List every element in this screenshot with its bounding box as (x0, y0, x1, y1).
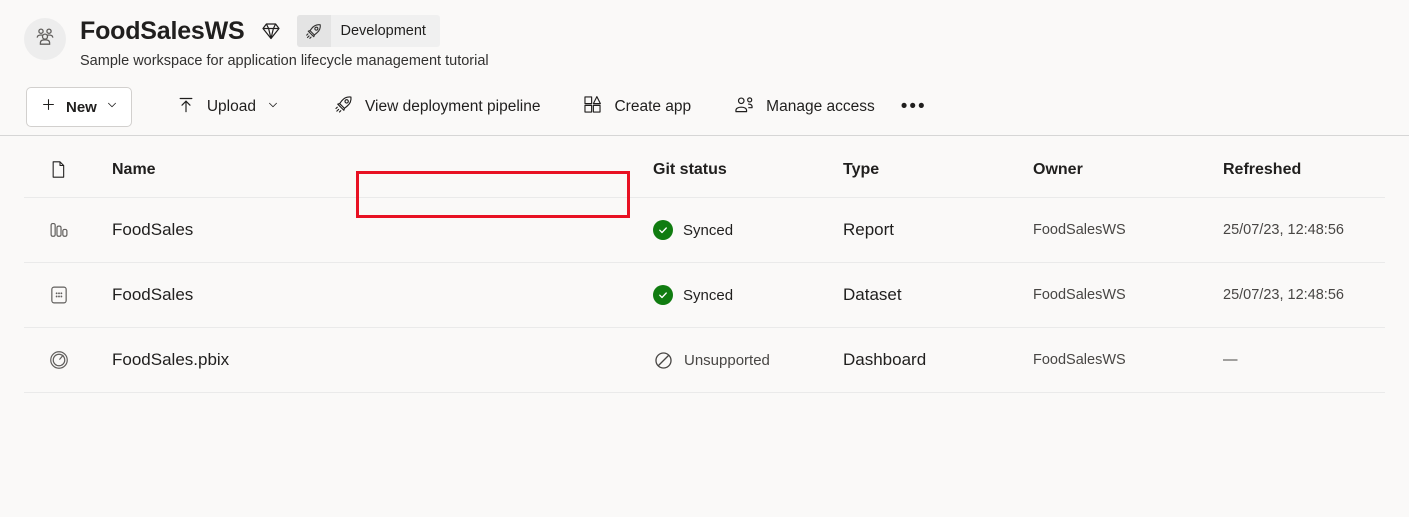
content-list: Name Git status Type Owner Refreshed Foo… (0, 136, 1409, 393)
workspace-header: FoodSalesWS (0, 0, 1409, 69)
unsupported-blocked-icon (653, 350, 674, 371)
row-type: Dataset (843, 285, 1033, 305)
row-name[interactable]: FoodSales.pbix (112, 350, 653, 370)
page-title: FoodSalesWS (80, 17, 245, 46)
column-header-git-status[interactable]: Git status (653, 161, 843, 179)
view-deployment-pipeline-label: View deployment pipeline (365, 98, 541, 116)
row-owner: FoodSalesWS (1033, 352, 1223, 368)
chevron-down-icon[interactable] (267, 98, 279, 116)
plus-icon (40, 96, 57, 118)
row-refreshed: 25/07/23, 12:48:56 (1223, 287, 1409, 303)
synced-check-icon (653, 285, 673, 305)
diamond-icon (259, 19, 283, 43)
people-icon (733, 94, 755, 121)
app-grid-icon (582, 94, 603, 120)
row-git-status: Unsupported (653, 350, 843, 371)
workspace-title-row: FoodSalesWS (80, 14, 489, 48)
column-header-owner[interactable]: Owner (1033, 161, 1223, 179)
toolbar: New Upload (0, 79, 1409, 136)
row-git-status-label: Synced (683, 222, 733, 239)
table-row[interactable]: FoodSales Synced Dataset FoodSalesWS 25/… (24, 263, 1385, 328)
table-row[interactable]: FoodSales.pbix Unsupported Dashboard Foo… (24, 328, 1385, 393)
dashboard-gauge-icon (24, 349, 112, 371)
row-type: Report (843, 220, 1033, 240)
upload-button[interactable]: Upload (166, 87, 289, 127)
upload-label: Upload (207, 98, 256, 116)
new-button[interactable]: New (26, 87, 132, 127)
workspace-text-block: FoodSalesWS (80, 14, 489, 69)
table-row[interactable]: FoodSales Synced Report FoodSalesWS 25/0… (24, 198, 1385, 263)
row-owner: FoodSalesWS (1033, 287, 1223, 303)
new-button-label: New (66, 99, 97, 116)
report-bars-icon (24, 219, 112, 241)
dataset-icon (24, 284, 112, 306)
column-header-type[interactable]: Type (843, 161, 1033, 179)
row-name[interactable]: FoodSales (112, 285, 653, 305)
stage-badge[interactable]: Development (297, 15, 440, 47)
row-type: Dashboard (843, 350, 1033, 370)
row-git-status: Synced (653, 220, 843, 240)
more-options-button[interactable]: ••• (897, 87, 931, 127)
table-header-row: Name Git status Type Owner Refreshed (24, 136, 1385, 198)
row-git-status-label: Unsupported (684, 352, 770, 369)
manage-access-button[interactable]: Manage access (723, 87, 885, 127)
row-git-status-label: Synced (683, 287, 733, 304)
workspace-avatar (24, 18, 66, 60)
upload-arrow-icon (176, 95, 196, 120)
create-app-label: Create app (614, 98, 691, 116)
create-app-button[interactable]: Create app (572, 87, 701, 127)
row-owner: FoodSalesWS (1033, 222, 1223, 238)
rocket-icon (297, 15, 331, 47)
column-header-refreshed[interactable]: Refreshed (1223, 161, 1409, 179)
chevron-down-icon (106, 98, 118, 116)
row-git-status: Synced (653, 285, 843, 305)
manage-access-label: Manage access (766, 98, 875, 116)
row-refreshed: 25/07/23, 12:48:56 (1223, 222, 1409, 238)
people-group-icon (33, 25, 57, 54)
row-name[interactable]: FoodSales (112, 220, 653, 240)
document-icon (24, 159, 112, 180)
workspace-subtitle: Sample workspace for application lifecyc… (80, 53, 489, 69)
column-header-name[interactable]: Name (112, 161, 653, 179)
stage-badge-label: Development (331, 23, 426, 39)
row-refreshed: — (1223, 352, 1409, 368)
synced-check-icon (653, 220, 673, 240)
rocket-icon (333, 94, 354, 120)
view-deployment-pipeline-button[interactable]: View deployment pipeline (323, 87, 551, 127)
